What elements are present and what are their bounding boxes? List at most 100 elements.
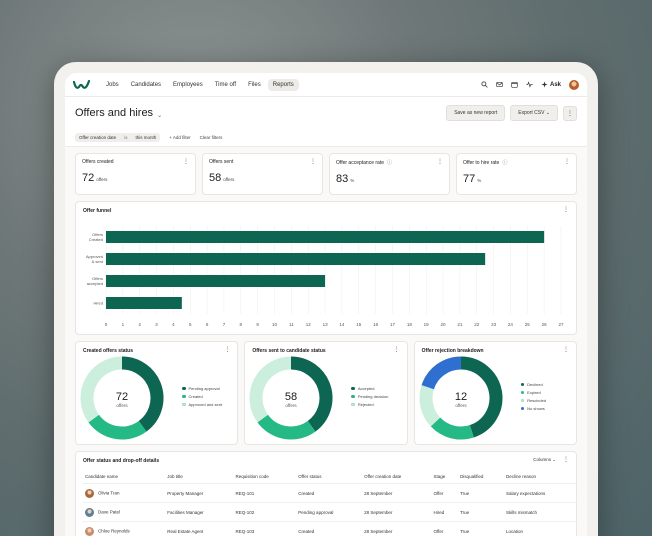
offer-details-table-card: Offer status and drop-off details Column… — [75, 451, 577, 536]
category-label-line: accepted — [87, 281, 103, 286]
nav-item-jobs[interactable]: Jobs — [101, 79, 124, 91]
nav-item-time-off[interactable]: Time off — [210, 79, 241, 91]
save-report-button[interactable]: Save as new report — [446, 105, 506, 121]
table-cell: Facilities Manager — [165, 502, 234, 522]
filter-chip[interactable]: Offer creation date is this month — [75, 133, 161, 142]
legend-item[interactable]: Pending approval — [182, 386, 222, 391]
column-header[interactable]: Candidate name — [83, 470, 166, 484]
donut-legend: Declined Expired Rescinded No shows — [520, 382, 546, 414]
column-header[interactable]: Disqualified — [458, 470, 504, 484]
kpi-value-row: 77% — [463, 173, 570, 185]
cell-text: Hired — [433, 509, 445, 515]
donut-segment[interactable] — [88, 414, 147, 440]
chevron-down-icon: ⌄ — [545, 110, 550, 116]
tablet-frame: Jobs Candidates Employees Time off Files Repo… — [54, 62, 598, 536]
inbox-icon[interactable] — [496, 81, 503, 88]
table-row[interactable]: Chloe Reynolds Real Estate Agent REQ-103 Cr… — [83, 521, 577, 536]
funnel-bar[interactable] — [106, 253, 486, 265]
clear-filters-button[interactable]: Clear filters — [200, 135, 223, 140]
column-header[interactable]: Offer status — [296, 470, 363, 484]
table-cell: True — [458, 521, 504, 536]
table-cell: Offer — [431, 521, 459, 536]
nav-item-files[interactable]: Files — [243, 79, 266, 91]
table-row[interactable]: Dave Patel Facilities Manager REQ-102 Pendi… — [83, 502, 577, 522]
cell-text: True — [460, 528, 470, 534]
legend-item[interactable]: Rescinded — [520, 398, 546, 403]
export-csv-button[interactable]: Export CSV ⌄ — [510, 105, 558, 121]
cell-text: 28 September — [364, 528, 393, 534]
legend-label: Pending approval — [188, 386, 220, 391]
table-cell: Created — [296, 521, 363, 536]
info-icon[interactable]: ⓘ — [387, 160, 392, 166]
info-icon[interactable]: ⓘ — [502, 160, 507, 166]
nav-item-reports[interactable]: Reports — [267, 78, 299, 91]
filter-field: Offer creation date — [79, 135, 117, 140]
donut-segment[interactable] — [419, 385, 441, 427]
donut-segment[interactable] — [421, 356, 462, 390]
kpi-label: Offers sent — [209, 159, 234, 165]
chevron-down-icon[interactable]: ⌄ — [157, 112, 162, 119]
add-filter-button[interactable]: + Add filter — [169, 135, 190, 140]
x-tick-label: 19 — [424, 322, 430, 327]
ask-button[interactable]: Ask — [541, 81, 561, 88]
column-header[interactable]: Job title — [165, 470, 234, 484]
x-tick-label: 5 — [189, 322, 192, 327]
table-row[interactable]: Olivia Tran Property Manager REQ-101 Create… — [83, 483, 577, 503]
page-header: Offers and hires ⌄ Save as new report Ex… — [65, 97, 587, 129]
search-icon[interactable] — [481, 81, 488, 88]
table-cell: True — [458, 483, 504, 503]
legend-item[interactable]: Created — [182, 394, 222, 399]
top-nav: Jobs Candidates Employees Time off Files Repo… — [65, 73, 587, 97]
kpi-value-row: 58 offers — [209, 172, 316, 184]
x-tick-label: 17 — [390, 322, 396, 327]
funnel-bar[interactable] — [106, 297, 182, 309]
table-cell: Offer — [431, 483, 459, 503]
category-label: Offers accepted — [87, 276, 103, 286]
calendar-icon[interactable] — [511, 81, 518, 88]
donut-segment[interactable] — [257, 414, 316, 440]
legend-item[interactable]: No shows — [520, 406, 546, 411]
legend-label: Created — [188, 394, 203, 399]
x-tick-label: 4 — [172, 322, 175, 327]
legend-item[interactable]: Pending decision — [351, 394, 388, 399]
more-options-button[interactable]: ⋮ — [563, 105, 577, 121]
more-options-icon[interactable]: ⋮ — [437, 158, 443, 165]
legend-dot — [182, 394, 186, 399]
legend-item[interactable]: Approved and sent — [182, 402, 222, 407]
more-options-icon[interactable]: ⋮ — [183, 158, 189, 165]
more-options-icon[interactable]: ⋮ — [310, 158, 316, 165]
company-logo-icon[interactable] — [73, 78, 91, 92]
column-header[interactable]: Decline reason — [504, 470, 577, 484]
donut-row: Created offers status ⋮ 72 offers Pending ap… — [75, 341, 577, 445]
legend-item[interactable]: Declined — [520, 382, 546, 387]
nav-item-employees[interactable]: Employees — [168, 79, 208, 91]
column-header[interactable]: Stage — [431, 470, 459, 484]
funnel-bar[interactable] — [106, 275, 326, 287]
cell-text: Dave Patel — [98, 509, 121, 515]
kpi-label: Offer to hire rate — [463, 160, 500, 166]
funnel-bar[interactable] — [106, 231, 545, 243]
table-cell: Dave Patel — [83, 502, 166, 522]
user-avatar[interactable] — [569, 79, 579, 90]
donut-segment[interactable] — [430, 417, 474, 440]
x-tick-label: 18 — [407, 322, 413, 327]
x-tick-label: 9 — [256, 322, 259, 327]
table-cell: Skills mismatch — [504, 502, 577, 522]
legend-item[interactable]: Expired — [520, 390, 546, 395]
kpi-label-row: Offers created — [82, 159, 189, 165]
x-tick-label: 12 — [306, 322, 312, 327]
nav-item-candidates[interactable]: Candidates — [126, 79, 166, 91]
columns-button[interactable]: Columns ⌄ — [533, 457, 556, 463]
activity-icon[interactable] — [526, 81, 533, 88]
legend-item[interactable]: Rejected — [351, 402, 388, 407]
column-header[interactable]: Offer creation date — [362, 470, 432, 484]
column-header[interactable]: Requisition code — [233, 470, 297, 484]
kpi-value: 58 — [209, 172, 222, 184]
donut-chart: 12offers — [419, 356, 503, 440]
more-options-icon[interactable]: ⋮ — [564, 158, 570, 165]
legend-item[interactable]: Accepted — [351, 386, 388, 391]
legend-label: No shows — [527, 406, 545, 411]
donut-total: 12 — [455, 391, 467, 403]
more-options-icon[interactable]: ⋮ — [563, 456, 569, 463]
legend-dot — [520, 406, 525, 411]
